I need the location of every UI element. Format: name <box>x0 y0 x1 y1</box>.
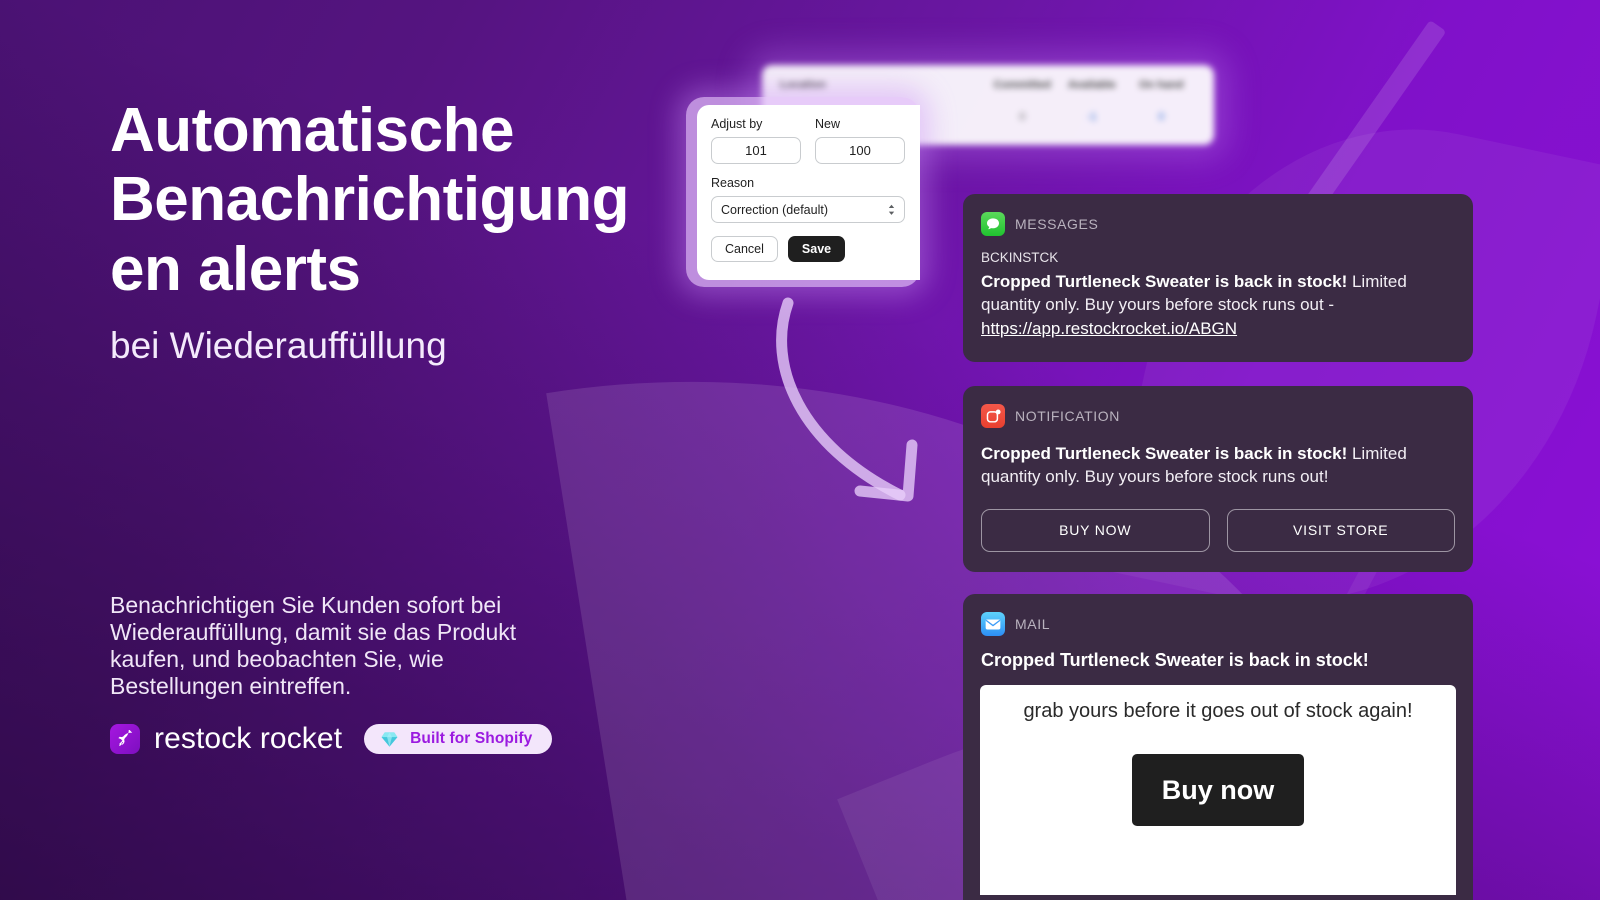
mail-icon <box>981 612 1005 636</box>
mail-app-name: MAIL <box>1015 616 1051 632</box>
reason-label: Reason <box>711 176 755 190</box>
notification-card-header: NOTIFICATION <box>981 404 1455 428</box>
brand-name: restock rocket <box>154 722 343 755</box>
messages-body-bold: Cropped Turtleneck Sweater is back in st… <box>981 272 1348 291</box>
new-quantity-input[interactable] <box>815 137 905 164</box>
column-header-location: Location <box>780 79 826 91</box>
column-header-on-hand: On hand <box>1138 79 1184 91</box>
table-header-row: Location Committed Available On hand <box>780 79 1196 91</box>
modal-actions: Cancel Save <box>711 236 906 262</box>
built-for-shopify-badge: Built for Shopify <box>364 724 553 754</box>
column-header-available: Available <box>1067 79 1116 91</box>
messages-body: Cropped Turtleneck Sweater is back in st… <box>981 270 1455 340</box>
built-for-shopify-label: Built for Shopify <box>410 730 533 747</box>
reason-select[interactable]: Correction (default) <box>711 196 905 223</box>
inventory-adjust-modal: Adjust by New Reason Correction (default… <box>697 105 920 280</box>
adjust-by-input[interactable] <box>711 137 801 164</box>
decorative-petal-small <box>1102 80 1600 660</box>
quantity-fields-row: Adjust by New <box>711 117 906 164</box>
cancel-button[interactable]: Cancel <box>711 236 778 262</box>
notification-body-bold: Cropped Turtleneck Sweater is back in st… <box>981 444 1348 463</box>
push-notification-card: NOTIFICATION Cropped Turtleneck Sweater … <box>963 386 1473 572</box>
messages-card-header: MESSAGES <box>981 212 1455 236</box>
hero-banner: Automatische Benachrichtigungen alerts b… <box>0 0 1600 900</box>
buy-now-button[interactable]: BUY NOW <box>981 508 1210 552</box>
cell-available: -1 <box>1086 111 1097 123</box>
notification-icon <box>981 404 1005 428</box>
adjust-by-label: Adjust by <box>711 117 763 131</box>
new-field-group: New <box>815 117 905 164</box>
mail-footer-text <box>990 852 1446 869</box>
hero-description: Benachrichtigen Sie Kunden sofort bei Wi… <box>110 592 517 700</box>
messages-restock-link[interactable]: https://app.restockrocket.io/ABGN <box>981 319 1237 338</box>
save-button[interactable]: Save <box>787 236 846 262</box>
mail-buy-now-button[interactable]: Buy now <box>1132 754 1304 826</box>
brand-lockup: restock rocket <box>110 722 342 756</box>
rocket-icon <box>110 724 140 754</box>
visit-store-button[interactable]: VISIT STORE <box>1226 508 1455 552</box>
cell-on-hand: 0 <box>1158 111 1165 123</box>
new-label: New <box>815 117 841 131</box>
hero-subtitle: bei Wiederauffüllung <box>110 325 447 367</box>
messages-icon <box>981 212 1005 236</box>
notification-actions: BUY NOW VISIT STORE <box>981 508 1455 552</box>
mail-preview-line: grab yours before it goes out of stock a… <box>1023 700 1413 722</box>
mail-email-preview: grab yours before it goes out of stock a… <box>980 685 1456 895</box>
notification-body: Cropped Turtleneck Sweater is back in st… <box>981 442 1455 489</box>
mail-subject: Cropped Turtleneck Sweater is back in st… <box>981 650 1369 670</box>
adjust-by-field-group: Adjust by <box>711 117 801 164</box>
hero-description-block: Benachrichtigen Sie Kunden sofort bei Wi… <box>110 592 580 701</box>
page-title: Automatische Benachrichtigungen alerts <box>110 96 630 304</box>
column-header-committed: Committed <box>993 79 1051 91</box>
cell-committed: 0 <box>1019 111 1026 123</box>
brand-row: restock rocket Built for Shopify <box>110 722 553 756</box>
messages-notification-card: MESSAGES BCKINSTCK Cropped Turtleneck Sw… <box>963 194 1473 362</box>
reason-field-group: Reason Correction (default) <box>711 176 906 223</box>
mail-notification-card: MAIL Cropped Turtleneck Sweater is back … <box>963 594 1473 900</box>
curved-arrow-icon <box>776 297 918 502</box>
messages-sender: BCKINSTCK <box>981 250 1059 265</box>
notification-app-name: NOTIFICATION <box>1015 408 1120 424</box>
messages-app-name: MESSAGES <box>1015 216 1099 232</box>
diamond-icon <box>380 730 399 749</box>
hero-text-block: Automatische Benachrichtigungen alerts b… <box>110 96 630 369</box>
mail-card-header: MAIL <box>981 612 1455 636</box>
